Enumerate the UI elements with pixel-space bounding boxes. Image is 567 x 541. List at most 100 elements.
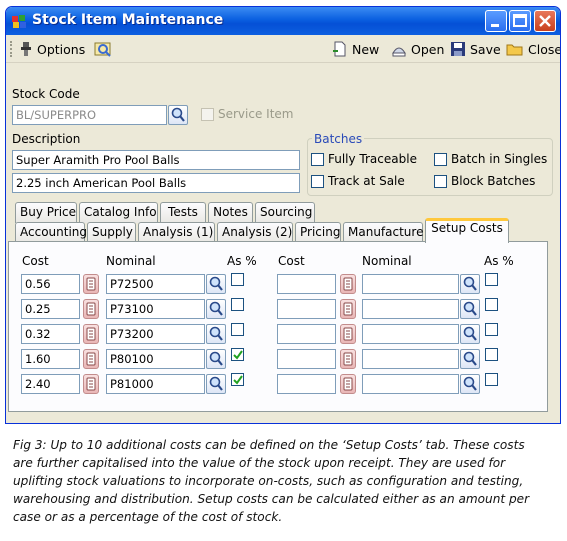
right-as-pct-checkbox[interactable] <box>485 323 498 336</box>
left-as-pct-checkbox[interactable] <box>231 323 244 336</box>
toolbar-grip <box>10 41 12 57</box>
close-button[interactable] <box>534 10 556 32</box>
left-nominal-field[interactable]: P80100 <box>106 349 205 369</box>
right-nominal-lookup-button[interactable] <box>460 299 480 319</box>
tab-notes[interactable]: Notes <box>208 202 253 223</box>
left-cost-field[interactable]: 1.60 <box>21 349 80 369</box>
left-nominal-field[interactable]: P73200 <box>106 324 205 344</box>
block-batches-checkbox[interactable] <box>434 175 447 188</box>
right-cost-field[interactable] <box>277 274 336 294</box>
minimize-button[interactable] <box>485 10 507 32</box>
window-title: Stock Item Maintenance <box>32 12 224 28</box>
open-button[interactable]: Open <box>391 39 444 59</box>
view-button[interactable] <box>94 39 112 59</box>
tab-setup-costs[interactable]: Setup Costs <box>425 218 509 243</box>
save-button[interactable]: Save <box>450 39 501 59</box>
right-as-pct-checkbox[interactable] <box>485 348 498 361</box>
right-cost-field[interactable] <box>277 324 336 344</box>
right-nominal-field[interactable] <box>362 324 459 344</box>
caption-line: uplifting stock valuations to incorporat… <box>13 474 524 488</box>
description-line1-field[interactable]: Super Aramith Pro Pool Balls <box>12 150 300 170</box>
fully-traceable-label: Fully Traceable <box>328 152 417 166</box>
left-nominal-lookup-button[interactable] <box>206 274 226 294</box>
right-nominal-lookup-button[interactable] <box>460 349 480 369</box>
tab-accounting[interactable]: Accounting <box>15 222 87 243</box>
close-doc-button[interactable]: Close <box>506 39 560 59</box>
magnifier-icon <box>209 376 223 391</box>
maximize-button[interactable] <box>509 10 531 32</box>
right-nominal-lookup-button[interactable] <box>460 374 480 394</box>
check-icon <box>233 350 243 360</box>
right-cost-calc-button[interactable] <box>340 374 356 394</box>
right-cost-calc-button[interactable] <box>340 349 356 369</box>
left-as-pct-checkbox[interactable] <box>231 273 244 286</box>
left-cost-calc-button[interactable] <box>83 274 99 294</box>
right-as-pct-checkbox[interactable] <box>485 373 498 386</box>
right-cost-field[interactable] <box>277 374 336 394</box>
left-as-pct-checkbox[interactable] <box>231 373 244 386</box>
calculator-icon <box>86 302 96 316</box>
right-nominal-field[interactable] <box>362 374 459 394</box>
right-nominal-field[interactable] <box>362 299 459 319</box>
left-nominal-lookup-button[interactable] <box>206 349 226 369</box>
left-cost-field[interactable]: 2.40 <box>21 374 80 394</box>
left-nominal-field[interactable]: P81000 <box>106 374 205 394</box>
left-as-pct-checkbox[interactable] <box>231 348 244 361</box>
service-item-checkbox[interactable] <box>201 108 214 121</box>
app-icon <box>12 15 26 28</box>
magnifier-icon <box>171 107 185 122</box>
left-cost-field[interactable]: 0.32 <box>21 324 80 344</box>
left-nominal-field[interactable]: P73100 <box>106 299 205 319</box>
title-bar: Stock Item Maintenance <box>6 7 560 35</box>
new-button[interactable]: New <box>332 39 379 59</box>
left-nominal-field[interactable]: P72500 <box>106 274 205 294</box>
right-nominal-lookup-button[interactable] <box>460 324 480 344</box>
stock-code-lookup-button[interactable] <box>168 105 188 125</box>
left-cost-calc-button[interactable] <box>83 299 99 319</box>
service-item-label: Service Item <box>218 107 294 121</box>
left-cost-field[interactable]: 0.25 <box>21 299 80 319</box>
tab-sourcing[interactable]: Sourcing <box>255 202 315 223</box>
new-doc-icon <box>333 41 346 57</box>
left-nominal-lookup-button[interactable] <box>206 374 226 394</box>
left-nominal-lookup-button[interactable] <box>206 324 226 344</box>
magnifier-icon <box>209 351 223 366</box>
batch-in-singles-checkbox[interactable] <box>434 153 447 166</box>
right-cost-field[interactable] <box>277 349 336 369</box>
right-cost-calc-button[interactable] <box>340 274 356 294</box>
right-cost-field[interactable] <box>277 299 336 319</box>
right-cost-calc-button[interactable] <box>340 324 356 344</box>
track-at-sale-checkbox[interactable] <box>311 175 324 188</box>
left-cost-calc-button[interactable] <box>83 374 99 394</box>
right-nominal-field[interactable] <box>362 349 459 369</box>
tab-manufacture[interactable]: Manufacture <box>343 222 423 243</box>
folder-close-icon <box>506 44 523 56</box>
description-line2-field[interactable]: 2.25 inch American Pool Balls <box>12 173 300 193</box>
tab-buy-price[interactable]: Buy Price <box>15 202 77 223</box>
left-cost-calc-button[interactable] <box>83 349 99 369</box>
left-nominal-lookup-button[interactable] <box>206 299 226 319</box>
right-as-pct-checkbox[interactable] <box>485 273 498 286</box>
calculator-icon <box>86 377 96 391</box>
magnifier-icon <box>463 301 477 316</box>
right-as-pct-checkbox[interactable] <box>485 298 498 311</box>
left-cost-field[interactable]: 0.56 <box>21 274 80 294</box>
tab-supply[interactable]: Supply <box>87 222 136 243</box>
fully-traceable-checkbox[interactable] <box>311 153 324 166</box>
options-button[interactable]: Options <box>19 39 85 59</box>
magnifier-icon <box>209 301 223 316</box>
tab-tests[interactable]: Tests <box>160 202 206 223</box>
right-nominal-field[interactable] <box>362 274 459 294</box>
right-cost-calc-button[interactable] <box>340 299 356 319</box>
block-batches-label: Block Batches <box>451 174 536 188</box>
open-icon <box>392 47 406 57</box>
stock-code-field[interactable]: BL/SUPERPRO <box>12 105 167 125</box>
options-icon <box>21 42 31 56</box>
right-nominal-lookup-button[interactable] <box>460 274 480 294</box>
tab-analysis-1[interactable]: Analysis (1) <box>138 222 215 243</box>
tab-catalog-info[interactable]: Catalog Info <box>79 202 158 223</box>
tab-analysis-2[interactable]: Analysis (2) <box>217 222 293 243</box>
tab-pricing[interactable]: Pricing <box>295 222 341 243</box>
left-as-pct-checkbox[interactable] <box>231 298 244 311</box>
left-cost-calc-button[interactable] <box>83 324 99 344</box>
